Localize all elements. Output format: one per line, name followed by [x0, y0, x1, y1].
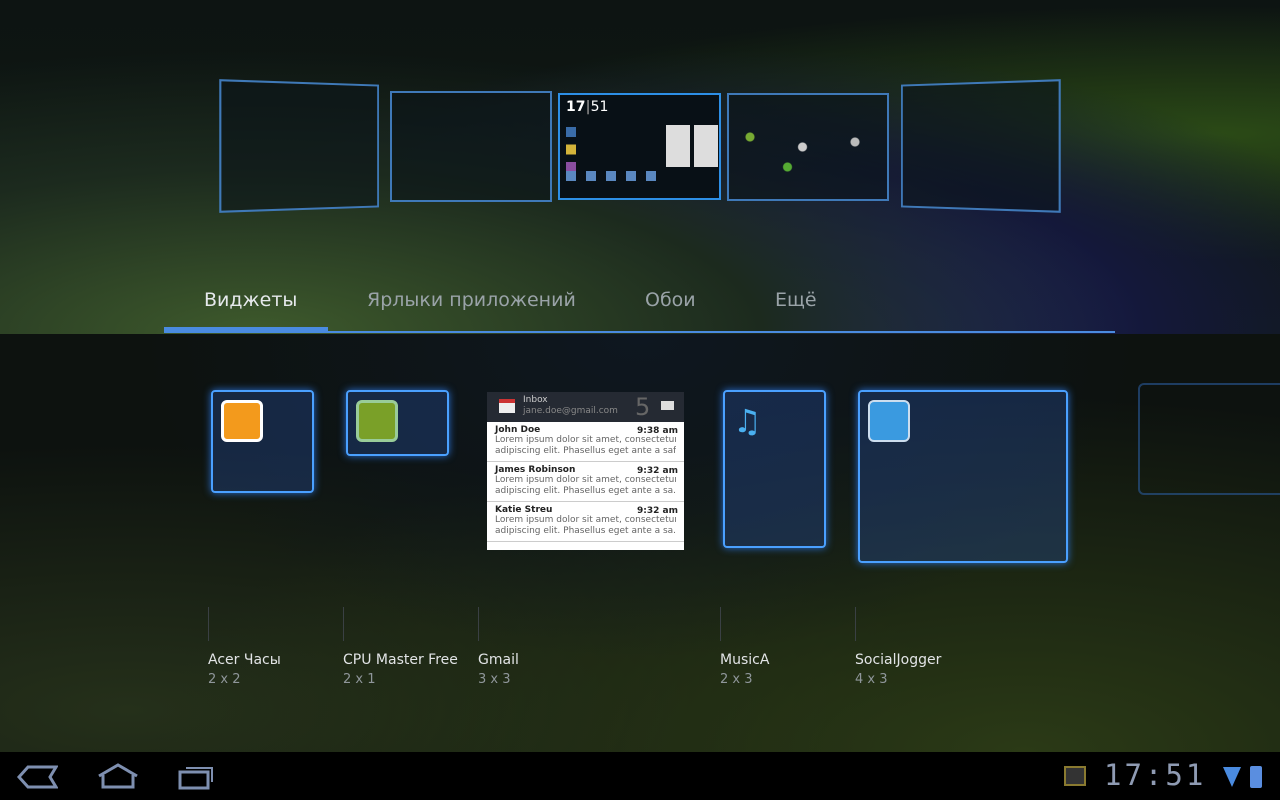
- time: 9:38 am: [637, 426, 678, 436]
- gmail-header: Inbox jane.doe@gmail.com 5: [487, 392, 684, 422]
- battery-icon: [1250, 766, 1262, 788]
- homescreen-pane-5[interactable]: [901, 79, 1061, 213]
- gmail-icon: [499, 399, 515, 413]
- socialjogger-icon: [868, 400, 910, 442]
- widget-socialjogger[interactable]: [858, 390, 1068, 563]
- tab-widgets[interactable]: Виджеты: [204, 289, 297, 311]
- gmail-account: jane.doe@gmail.com: [523, 406, 618, 416]
- gmail-inbox-title: Inbox: [523, 395, 548, 405]
- snippet: adipiscing elit. Phasellus eget ante a s…: [495, 486, 676, 496]
- snippet: Lorem ipsum dolor sit amet, consectetur: [495, 515, 676, 525]
- homescreen-pane-4[interactable]: [727, 93, 889, 201]
- widget-size: 4 x 3: [855, 672, 888, 687]
- preview-clock: 17|51: [566, 99, 609, 115]
- widget-size: 2 x 3: [720, 672, 753, 687]
- time: 9:32 am: [637, 506, 678, 516]
- homescreen-pane-1[interactable]: [219, 79, 379, 213]
- gmail-message[interactable]: James Robinson 9:32 am Lorem ipsum dolor s…: [487, 462, 684, 502]
- widget-name: MusicA: [720, 652, 770, 668]
- clock-hours: 17: [566, 99, 586, 115]
- snippet: adipiscing elit. Phasellus eget ante a s…: [495, 526, 676, 536]
- tab-app-shortcuts[interactable]: Ярлыки приложений: [367, 289, 576, 311]
- gmail-message[interactable]: Katie Streu 9:32 am Lorem ipsum dolor sit …: [487, 502, 684, 542]
- app-icons: [566, 127, 576, 177]
- widget-name: Acer Часы: [208, 652, 281, 668]
- divider: [343, 607, 344, 641]
- back-icon[interactable]: [16, 764, 58, 790]
- system-bar: 17:51: [0, 752, 1280, 800]
- status-clock[interactable]: 17:51: [1104, 758, 1206, 792]
- widget-name: CPU Master Free: [343, 652, 458, 668]
- widget-name: Gmail: [478, 652, 519, 668]
- widget-size: 3 x 3: [478, 672, 511, 687]
- widget-musica[interactable]: ♫: [723, 390, 826, 548]
- time: 9:32 am: [637, 466, 678, 476]
- widget-size: 2 x 1: [343, 672, 376, 687]
- widget-acer-clock[interactable]: [211, 390, 314, 493]
- cpu-master-icon: [356, 400, 398, 442]
- homescreen-pane-3-current[interactable]: 17|51: [558, 93, 721, 200]
- tab-wallpapers[interactable]: Обои: [645, 289, 696, 311]
- snippet: adipiscing elit. Phasellus eget ante a s…: [495, 446, 676, 456]
- widget-name: SocialJogger: [855, 652, 942, 668]
- app-icons: [735, 127, 885, 177]
- home-icon[interactable]: [96, 762, 140, 790]
- widget-cpu-master[interactable]: [346, 390, 449, 456]
- browser-thumbnails: [666, 125, 718, 167]
- recent-apps-icon[interactable]: [178, 762, 218, 790]
- app-icons-row: [566, 171, 666, 181]
- next-widget-partial[interactable]: [1138, 383, 1280, 495]
- divider: [720, 607, 721, 641]
- compose-icon[interactable]: [661, 401, 674, 410]
- screenshot-notification-icon[interactable]: [1064, 766, 1086, 786]
- gmail-message[interactable]: John Doe 9:38 am Lorem ipsum dolor sit ame…: [487, 422, 684, 462]
- snippet: Lorem ipsum dolor sit amet, consecteturs…: [495, 435, 676, 445]
- tab-selected-indicator: [164, 327, 328, 332]
- divider: [855, 607, 856, 641]
- divider: [208, 607, 209, 641]
- music-search-icon: ♫: [733, 402, 762, 440]
- gmail-unread-count: 5: [635, 393, 651, 421]
- clock-minutes: 51: [590, 99, 609, 115]
- divider: [478, 607, 479, 641]
- snippet: Lorem ipsum dolor sit amet, consectetur: [495, 475, 676, 485]
- homescreen-pane-2[interactable]: [390, 91, 552, 202]
- tab-more[interactable]: Ещё: [775, 289, 817, 311]
- wifi-signal-icon: [1223, 767, 1241, 787]
- widget-size: 2 x 2: [208, 672, 241, 687]
- widget-gmail[interactable]: Inbox jane.doe@gmail.com 5 John Doe 9:38 …: [487, 392, 684, 550]
- clock-icon: [221, 400, 263, 442]
